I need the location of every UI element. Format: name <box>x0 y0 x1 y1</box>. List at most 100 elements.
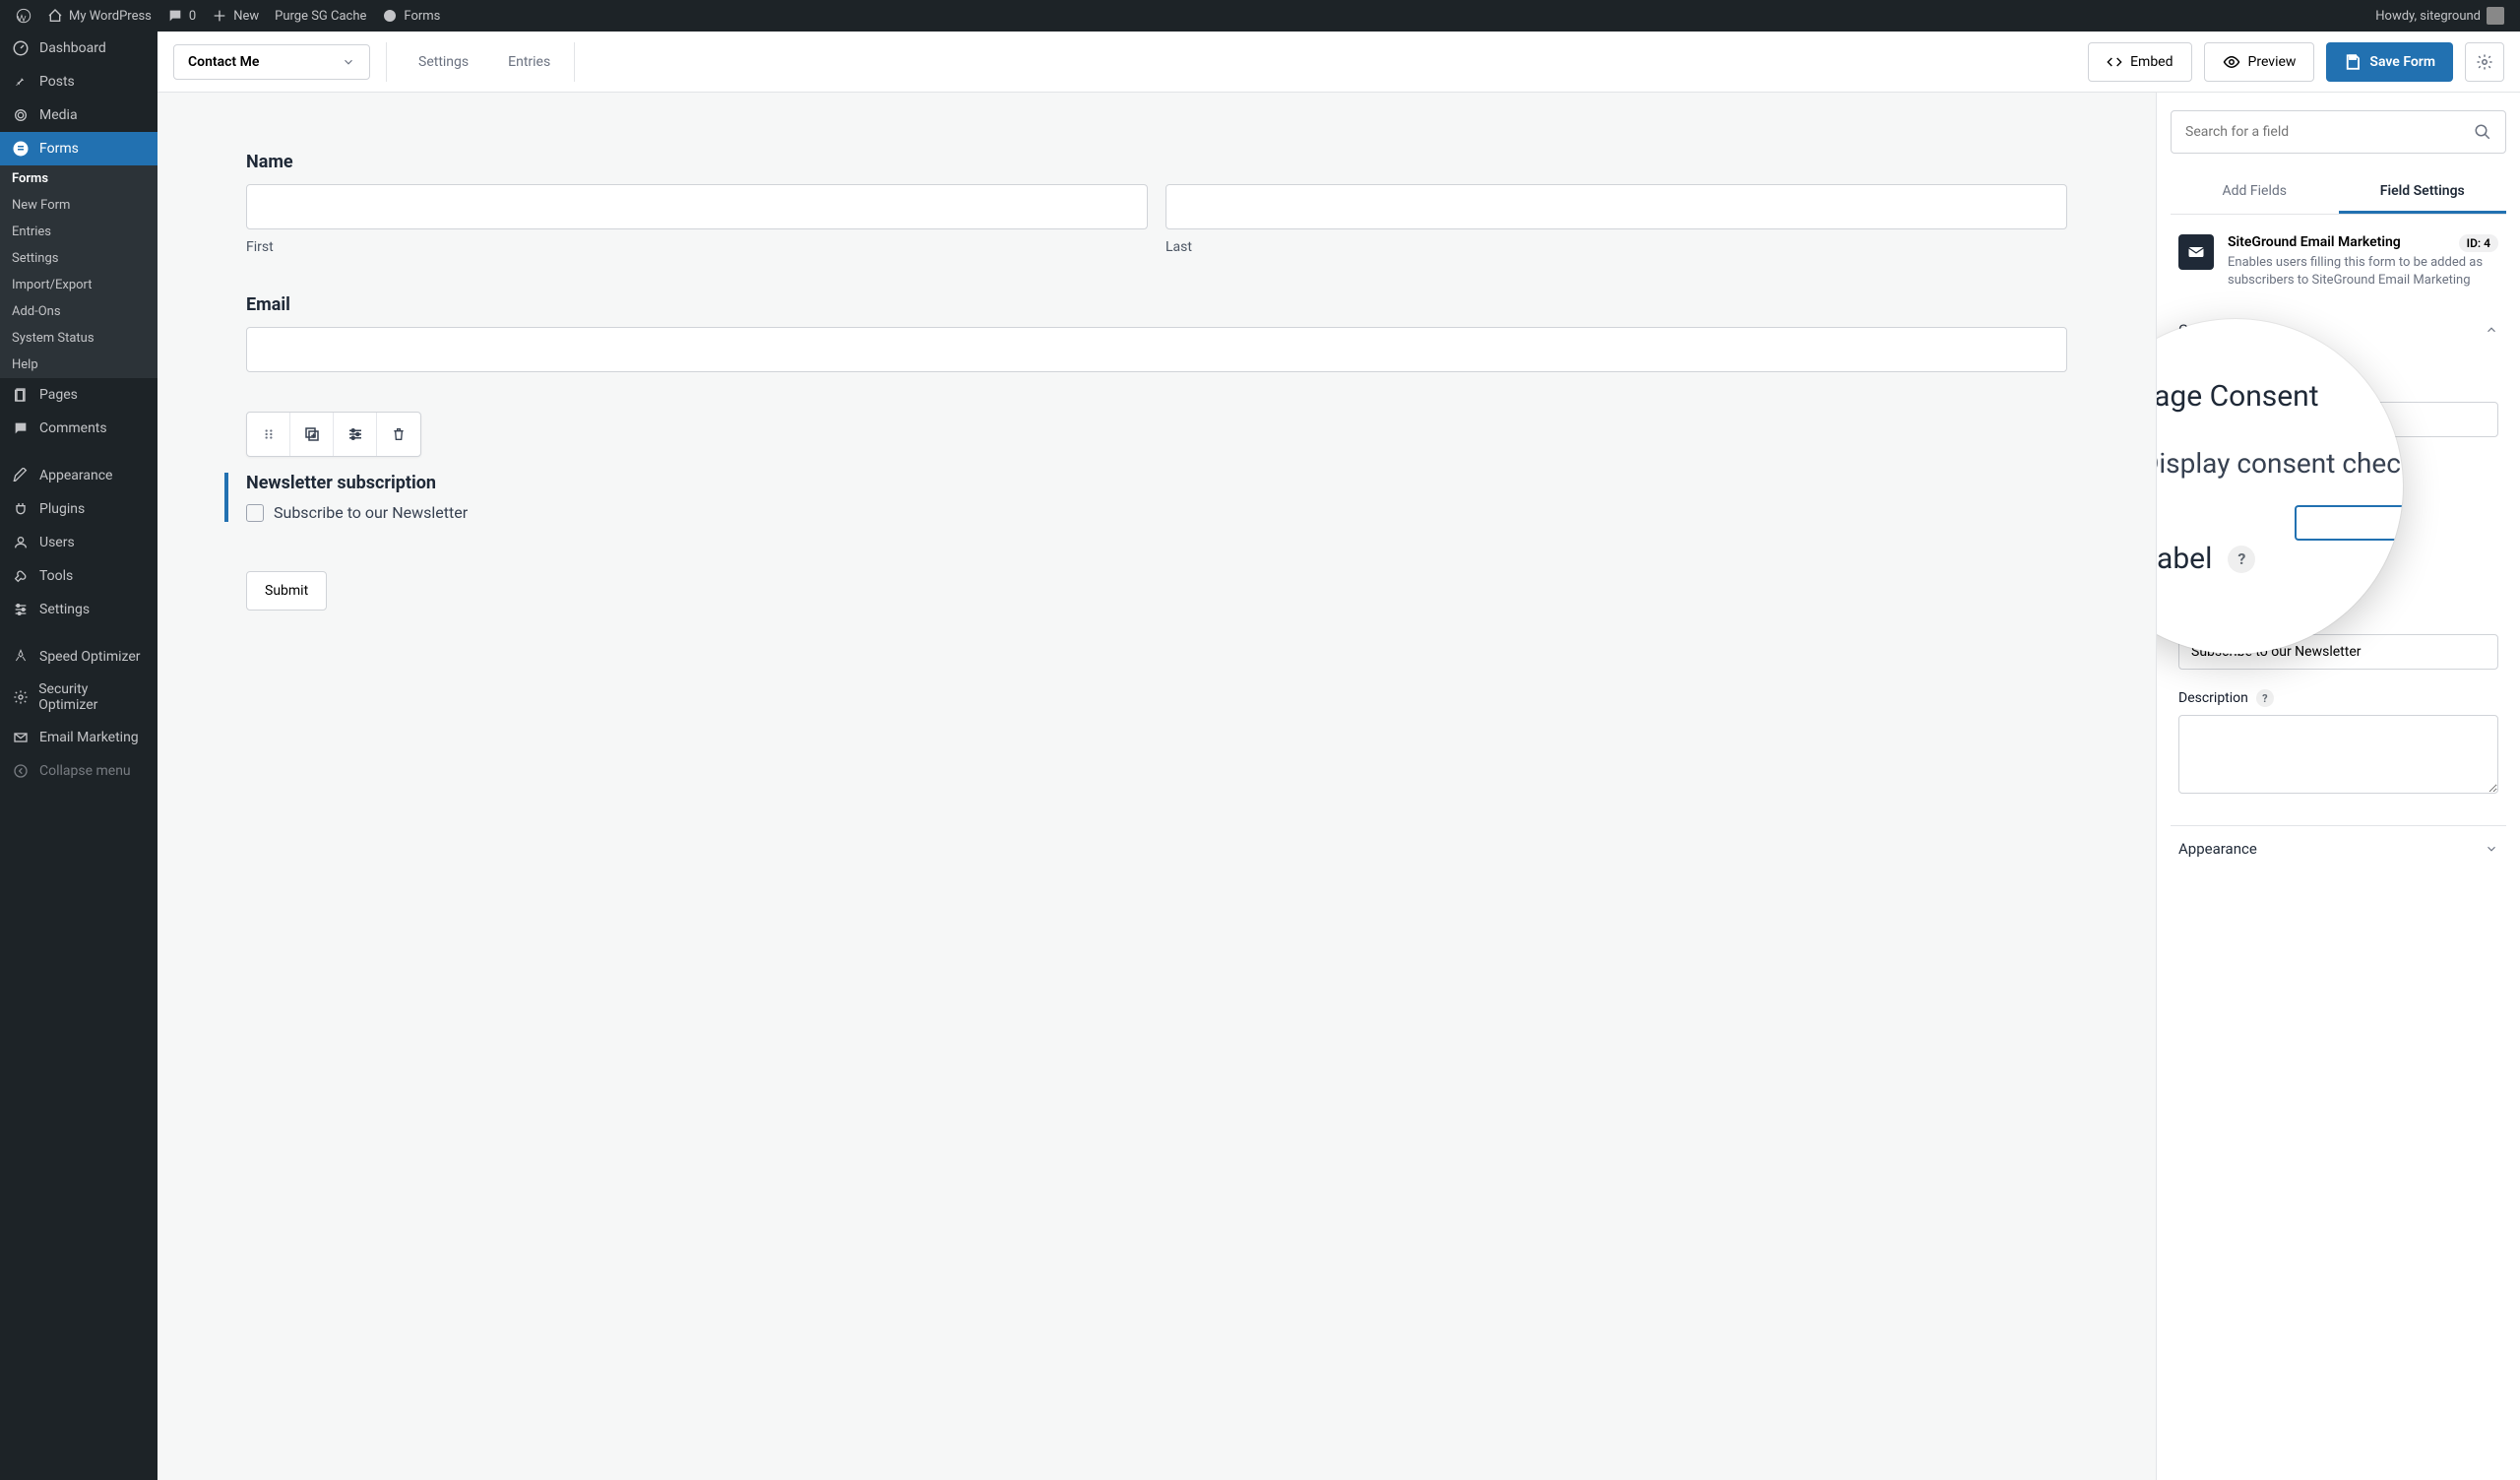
search-icon <box>2474 123 2491 141</box>
sub-import-export[interactable]: Import/Export <box>0 272 158 298</box>
plug-icon <box>12 500 30 518</box>
forms-icon <box>12 140 30 158</box>
topbar-site-name[interactable]: My WordPress <box>39 0 159 32</box>
sidebar-appearance[interactable]: Appearance <box>0 459 158 492</box>
newsletter-field-group[interactable]: Newsletter subscription Subscribe to our… <box>246 412 2067 522</box>
tab-add-fields[interactable]: Add Fields <box>2171 171 2339 214</box>
chevron-down-icon <box>2485 842 2498 856</box>
sub-new-form[interactable]: New Form <box>0 192 158 219</box>
sub-entries[interactable]: Entries <box>0 219 158 245</box>
name-field-group[interactable]: Name First Last <box>246 152 2067 255</box>
last-name-sublabel: Last <box>1166 239 2067 255</box>
sidebar-tools[interactable]: Tools <box>0 559 158 593</box>
comment-icon <box>12 419 30 437</box>
last-name-input[interactable] <box>1166 184 2067 229</box>
search-input[interactable] <box>2185 124 2474 140</box>
sidebar-forms-submenu: Forms New Form Entries Settings Import/E… <box>0 165 158 378</box>
submit-button[interactable]: Submit <box>246 571 327 611</box>
topbar-comments[interactable]: 0 <box>159 0 204 32</box>
embed-button[interactable]: Embed <box>2088 42 2191 82</box>
envelope-icon <box>12 729 30 746</box>
sub-system-status[interactable]: System Status <box>0 325 158 352</box>
form-selector[interactable]: Contact Me <box>173 44 370 80</box>
email-label: Email <box>246 294 2067 315</box>
checkbox-icon <box>246 504 264 522</box>
preview-button[interactable]: Preview <box>2204 42 2315 82</box>
code-icon <box>2107 54 2122 70</box>
zoom-help-icon: ? <box>2228 546 2255 573</box>
email-field-group[interactable]: Email <box>246 294 2067 372</box>
topbar-user-greeting[interactable]: Howdy, siteground <box>2367 0 2512 32</box>
sidebar-collapse[interactable]: Collapse menu <box>0 754 158 788</box>
topbar-wp-logo[interactable] <box>8 0 39 32</box>
sidebar-comments[interactable]: Comments <box>0 412 158 445</box>
sidebar-forms[interactable]: Forms <box>0 132 158 165</box>
description-setting-label: Description <box>2178 690 2248 706</box>
section-appearance[interactable]: Appearance <box>2171 825 2506 871</box>
delete-button[interactable] <box>377 413 420 456</box>
field-info-block: SiteGround Email Marketing ID: 4 Enables… <box>2171 234 2506 307</box>
chevron-up-icon <box>2485 323 2498 337</box>
tab-entries[interactable]: Entries <box>500 54 558 70</box>
help-icon[interactable]: ? <box>2256 689 2274 707</box>
sidebar-users[interactable]: Users <box>0 526 158 559</box>
chevron-down-icon <box>342 55 355 69</box>
field-toolbar <box>246 412 421 457</box>
sidebar-security-optimizer[interactable]: Security Optimizer <box>0 674 158 721</box>
tab-settings[interactable]: Settings <box>410 54 476 70</box>
brush-icon <box>12 467 30 484</box>
form-header: Contact Me Settings Entries Embed Previe… <box>158 32 2520 93</box>
description-textarea[interactable] <box>2178 715 2498 794</box>
name-label: Name <box>246 152 2067 172</box>
sidebar-speed-optimizer[interactable]: Speed Optimizer <box>0 640 158 674</box>
sidebar-email-marketing[interactable]: Email Marketing <box>0 721 158 754</box>
newsletter-checkbox-row[interactable]: Subscribe to our Newsletter <box>246 503 2067 522</box>
media-icon <box>12 106 30 124</box>
sidebar-settings[interactable]: Settings <box>0 593 158 626</box>
topbar-purge-cache[interactable]: Purge SG Cache <box>267 0 374 32</box>
field-type-title: SiteGround Email Marketing <box>2228 234 2401 250</box>
save-icon <box>2344 53 2362 71</box>
gear-icon <box>12 688 29 706</box>
avatar <box>2487 7 2504 25</box>
admin-sidebar: Dashboard Posts Media Forms Forms New Fo… <box>0 32 158 1480</box>
zoom-input-edge <box>2295 505 2403 541</box>
sub-settings[interactable]: Settings <box>0 245 158 272</box>
admin-topbar: My WordPress 0 New Purge SG Cache Forms … <box>0 0 2520 32</box>
field-id-badge: ID: 4 <box>2459 234 2498 252</box>
collapse-icon <box>12 762 30 780</box>
plus-icon <box>212 8 227 24</box>
sidebar-plugins[interactable]: Plugins <box>0 492 158 526</box>
field-settings-panel: Add Fields Field Settings SiteGround Ema… <box>2156 93 2520 1480</box>
duplicate-button[interactable] <box>290 413 334 456</box>
sub-help[interactable]: Help <box>0 352 158 378</box>
first-name-input[interactable] <box>246 184 1148 229</box>
sidebar-media[interactable]: Media <box>0 98 158 132</box>
eye-icon <box>2223 53 2240 71</box>
sub-addons[interactable]: Add-Ons <box>0 298 158 325</box>
topbar-forms[interactable]: Forms <box>374 0 448 32</box>
sub-forms[interactable]: Forms <box>0 165 158 192</box>
gear-icon <box>2476 53 2493 71</box>
sidebar-posts[interactable]: Posts <box>0 65 158 98</box>
settings-button[interactable] <box>334 413 377 456</box>
form-settings-icon-button[interactable] <box>2465 42 2504 82</box>
wordpress-icon <box>16 8 32 24</box>
comment-icon <box>167 8 183 24</box>
email-input[interactable] <box>246 327 2067 372</box>
form-canvas: Name First Last Email <box>158 93 2156 1480</box>
sidebar-dashboard[interactable]: Dashboard <box>0 32 158 65</box>
sidebar-pages[interactable]: Pages <box>0 378 158 412</box>
pin-icon <box>12 73 30 91</box>
topbar-new[interactable]: New <box>204 0 267 32</box>
home-icon <box>47 8 63 24</box>
tab-field-settings[interactable]: Field Settings <box>2339 171 2507 214</box>
mail-icon <box>2178 234 2214 270</box>
newsletter-title: Newsletter subscription <box>246 473 2067 493</box>
form-selector-label: Contact Me <box>188 54 259 70</box>
save-form-button[interactable]: Save Form <box>2326 42 2453 82</box>
drag-handle-button[interactable] <box>247 413 290 456</box>
field-search[interactable] <box>2171 110 2506 154</box>
sliders-icon <box>12 601 30 618</box>
field-type-desc: Enables users filling this form to be ad… <box>2228 254 2498 290</box>
